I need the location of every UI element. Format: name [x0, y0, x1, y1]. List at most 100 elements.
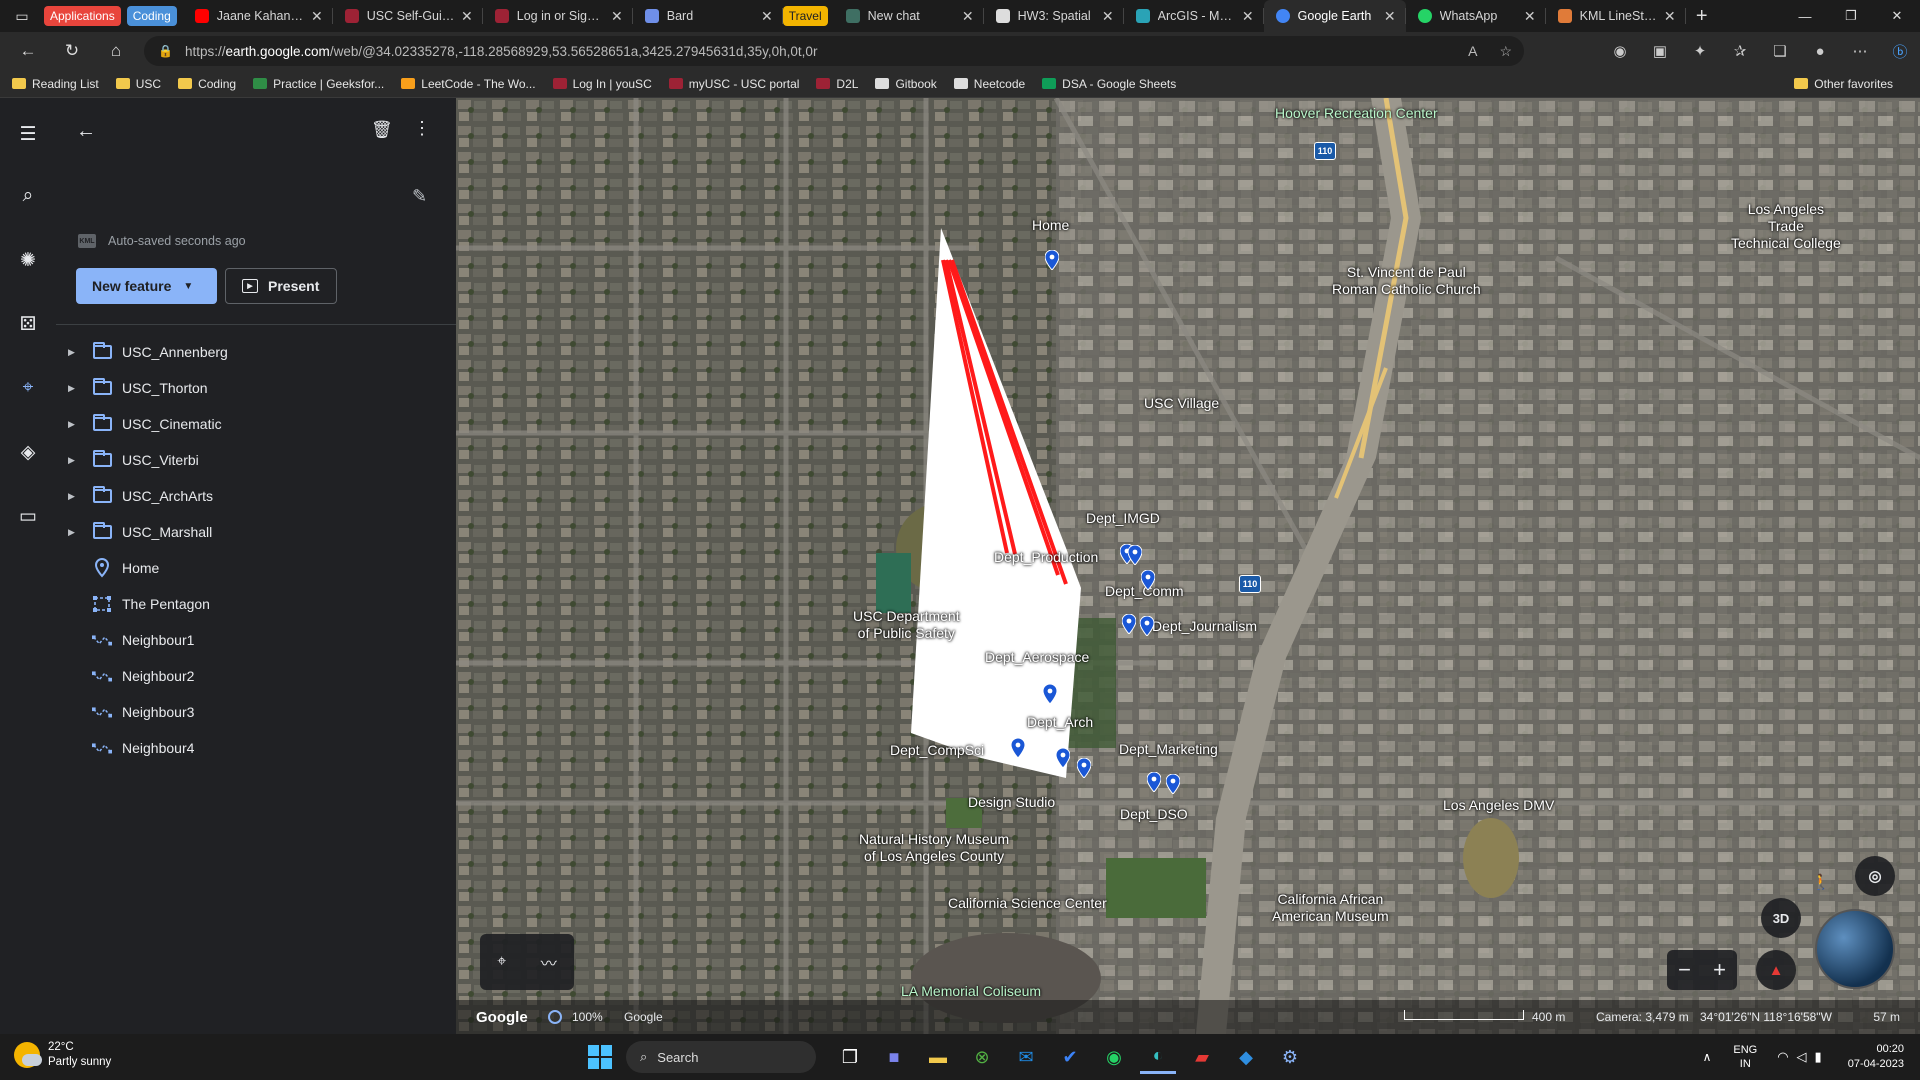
- extension-icon[interactable]: ▣: [1640, 42, 1680, 60]
- taskbar-clock[interactable]: 00:20 07-04-2023: [1848, 1042, 1904, 1072]
- tree-item-polygon[interactable]: The Pentagon: [56, 586, 456, 622]
- app-icon[interactable]: ⚙: [1272, 1040, 1308, 1074]
- tab-group-travel[interactable]: Travel: [782, 6, 828, 26]
- whatsapp-icon[interactable]: ◉: [1096, 1040, 1132, 1074]
- map-label-home[interactable]: Home: [1032, 217, 1069, 234]
- tab-arcgis[interactable]: ArcGIS - My Ma✕: [1124, 0, 1264, 32]
- layers-icon[interactable]: ◈: [14, 438, 42, 466]
- windows-start-icon[interactable]: [588, 1045, 612, 1069]
- close-window-icon[interactable]: ✕: [1874, 0, 1920, 32]
- tab-hw3[interactable]: HW3: Spatial ✕: [984, 0, 1124, 32]
- wifi-volume-battery-icons[interactable]: ◠◁▮: [1777, 1049, 1830, 1065]
- tab-whatsapp[interactable]: WhatsApp ✕: [1406, 0, 1546, 32]
- map-label-la-trade-tech[interactable]: Los Angeles Trade Technical College: [1731, 201, 1841, 252]
- bookmark-coding[interactable]: Coding: [178, 77, 236, 91]
- map-label-dept-compsci[interactable]: Dept_CompSci: [890, 742, 984, 759]
- placemark-pin[interactable]: [1147, 772, 1161, 792]
- toggle-3d-button[interactable]: 3D: [1761, 898, 1801, 938]
- tab-group-coding[interactable]: Coding: [126, 6, 177, 26]
- more-menu-icon[interactable]: ⋯: [1840, 42, 1880, 60]
- close-tab-icon[interactable]: ✕: [1242, 8, 1254, 25]
- bookmark-dsa-sheets[interactable]: DSA - Google Sheets: [1042, 77, 1176, 91]
- tree-item-folder[interactable]: ▶ USC_Viterbi: [56, 442, 456, 478]
- map-label-dept-journalism[interactable]: Dept_Journalism: [1152, 618, 1257, 635]
- map-label-dept-aerospace[interactable]: Dept_Aerospace: [985, 649, 1089, 666]
- edit-pencil-icon[interactable]: ✎: [412, 186, 427, 207]
- lock-icon[interactable]: 🔒: [158, 44, 173, 58]
- map-label-usc-dps[interactable]: USC Department of Public Safety: [853, 608, 960, 642]
- map-label-california-science-center[interactable]: California Science Center: [948, 895, 1107, 912]
- placemark-pin[interactable]: [1128, 545, 1142, 565]
- present-button[interactable]: ▶ Present: [225, 268, 337, 304]
- tree-item-folder[interactable]: ▶ USC_ArchArts: [56, 478, 456, 514]
- my-location-icon[interactable]: ◎: [1855, 856, 1895, 896]
- back-arrow-icon[interactable]: ←: [6, 32, 50, 70]
- new-tab-button[interactable]: +: [1686, 5, 1718, 28]
- placemark-pin[interactable]: [1141, 570, 1155, 590]
- weather-widget[interactable]: 22°C Partly sunny: [14, 1040, 111, 1070]
- bookmark-usc[interactable]: USC: [115, 77, 161, 91]
- expand-arrow-icon[interactable]: ▶: [68, 527, 75, 538]
- show-hidden-icons-chevron[interactable]: ∧: [1703, 1050, 1712, 1064]
- favorites-icon[interactable]: ✰: [1720, 42, 1760, 60]
- placemark-pin[interactable]: [1043, 684, 1057, 704]
- search-icon[interactable]: ⌕: [14, 182, 42, 210]
- map-label-natural-history-museum[interactable]: Natural History Museum of Los Angeles Co…: [859, 831, 1009, 865]
- restore-icon[interactable]: ❐: [1828, 0, 1874, 32]
- tree-item-folder[interactable]: ▶ USC_Cinematic: [56, 406, 456, 442]
- tab-kml[interactable]: KML LineString ✕: [1546, 0, 1686, 32]
- add-placemark-icon[interactable]: ⌖: [497, 953, 506, 971]
- add-path-icon[interactable]: 〰: [541, 950, 557, 974]
- map-label-la-dmv[interactable]: Los Angeles DMV: [1443, 797, 1554, 814]
- map-label-design-studio[interactable]: Design Studio: [968, 794, 1055, 811]
- todo-icon[interactable]: ✔: [1052, 1040, 1088, 1074]
- projects-pin-icon[interactable]: ⌖: [14, 374, 42, 402]
- map-label-coliseum[interactable]: LA Memorial Coliseum: [901, 983, 1041, 1000]
- map-label-caam[interactable]: California African American Museum: [1272, 891, 1389, 925]
- close-tab-icon[interactable]: ✕: [761, 8, 773, 25]
- back-arrow-icon[interactable]: ←: [76, 120, 96, 143]
- collections-icon[interactable]: ❏: [1760, 42, 1800, 60]
- close-tab-icon[interactable]: ✕: [962, 8, 974, 25]
- close-tab-icon[interactable]: ✕: [461, 8, 473, 25]
- tree-item-line[interactable]: Neighbour1: [56, 622, 456, 658]
- placemark-pin[interactable]: [1166, 774, 1180, 794]
- tab-login[interactable]: Log in or Sign U ✕: [483, 0, 633, 32]
- map-label-dept-arch[interactable]: Dept_Arch: [1027, 714, 1093, 731]
- voyager-icon[interactable]: ✺: [14, 246, 42, 274]
- zoom-out-icon[interactable]: −: [1678, 957, 1691, 983]
- tab-group-applications[interactable]: Applications: [44, 6, 121, 26]
- compass-icon[interactable]: ▲: [1756, 950, 1796, 990]
- edge-browser-icon[interactable]: ◐: [1140, 1040, 1176, 1074]
- vscode-icon[interactable]: ◆: [1228, 1040, 1264, 1074]
- tab-google-earth[interactable]: Google Earth ✕: [1263, 0, 1406, 32]
- home-icon[interactable]: ⌂: [94, 32, 138, 70]
- expand-arrow-icon[interactable]: ▶: [68, 383, 75, 394]
- more-options-icon[interactable]: ⋮: [413, 118, 431, 139]
- bookmark-d2l[interactable]: D2L: [816, 77, 858, 91]
- profile-avatar[interactable]: ●: [1800, 43, 1840, 60]
- tab-new-chat[interactable]: New chat ✕: [834, 0, 984, 32]
- tab-actions-icon[interactable]: ▭: [0, 0, 44, 32]
- bookmark-gitbook[interactable]: Gitbook: [875, 77, 937, 91]
- app-icon[interactable]: ▰: [1184, 1040, 1220, 1074]
- trash-icon[interactable]: 🗑: [371, 120, 393, 140]
- placemark-pin[interactable]: [1056, 748, 1070, 768]
- close-tab-icon[interactable]: ✕: [1102, 8, 1114, 25]
- tree-item-folder[interactable]: ▶ USC_Thorton: [56, 370, 456, 406]
- new-feature-button[interactable]: New feature ▼: [76, 268, 217, 304]
- favorite-star-icon[interactable]: ☆: [1499, 43, 1512, 60]
- expand-arrow-icon[interactable]: ▶: [68, 347, 75, 358]
- refresh-icon[interactable]: ↻: [50, 32, 94, 70]
- close-tab-icon[interactable]: ✕: [1664, 8, 1676, 25]
- menu-icon[interactable]: ☰: [14, 120, 42, 148]
- close-tab-icon[interactable]: ✕: [311, 8, 323, 25]
- bookmark-other-favorites[interactable]: Other favorites: [1794, 77, 1893, 91]
- mail-icon[interactable]: ✉: [1008, 1040, 1044, 1074]
- extension-icon[interactable]: ◉: [1600, 42, 1640, 60]
- bookmark-myusc[interactable]: myUSC - USC portal: [668, 77, 799, 91]
- pegman-icon[interactable]: 🚶: [1801, 862, 1841, 902]
- tree-item-folder[interactable]: ▶ USC_Annenberg: [56, 334, 456, 370]
- bookmark-reading-list[interactable]: Reading List: [12, 77, 99, 91]
- copilot-icon[interactable]: ⓑ: [1880, 41, 1920, 62]
